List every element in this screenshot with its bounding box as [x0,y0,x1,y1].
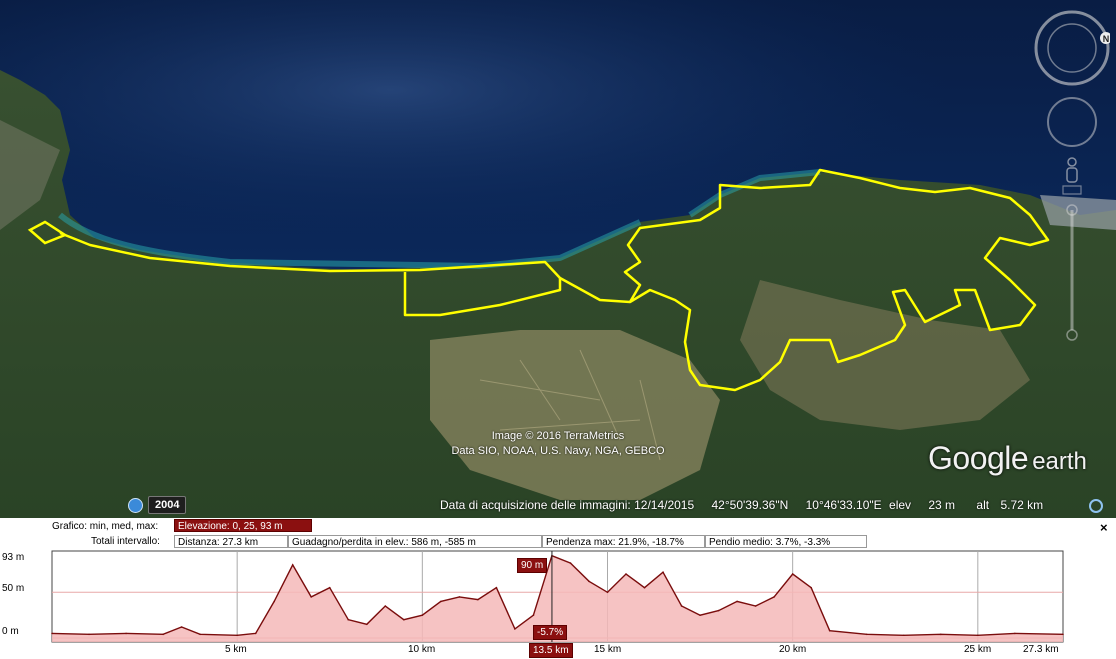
x-tick-label: 15 km [594,644,622,655]
x-tick-label: 10 km [408,644,436,655]
elevation-point [865,633,868,636]
elevation-point [569,562,572,564]
elevation-point [273,600,275,603]
x-tick-label: 20 km [779,644,807,655]
longitude-readout: 10°46'33.10"E [805,498,882,512]
elevation-point [606,591,609,594]
elevation-point [717,609,720,612]
elevation-point [421,614,424,616]
elevation-point [254,632,257,635]
alt-readout: 5.72 km [1000,498,1044,512]
pegman-icon[interactable] [1062,157,1082,195]
zoom-slider-icon[interactable] [1066,204,1078,341]
elevation-point [440,600,442,603]
cursor-distance-tag[interactable]: 13.5 km [529,643,573,658]
elevation-point [699,614,701,616]
elevation-point [625,573,627,575]
acquisition-date: Data di acquisizione delle immagini: 12/… [440,498,695,512]
elevation-point [495,586,498,589]
elevation-point [384,605,387,607]
x-tick-label: 5 km [225,644,247,655]
svg-text:N: N [1103,34,1110,44]
elevation-point [403,618,405,621]
status-bar: Data di acquisizione delle immagini: 12/… [440,498,1049,512]
elevation-point [902,634,905,637]
x-tick-label: 27.3 km [1023,644,1059,655]
elevation-point [791,573,794,575]
look-joystick-icon[interactable] [1047,97,1097,147]
elevation-point [365,623,368,626]
elevation-point [977,634,979,637]
alt-label: alt [976,498,990,512]
elevation-point [51,632,53,635]
elevation-point [939,633,942,636]
satellite-map[interactable]: Image © 2016 TerraMetrics Data SIO, NOAA… [0,0,1116,518]
cursor-slope-tag: -5.7% [533,625,568,640]
elevation-point [588,580,590,583]
historical-imagery-control[interactable]: 2004 [128,496,187,514]
elevation-point [328,586,331,589]
elevation-point [310,596,313,598]
streaming-icon [1089,499,1103,513]
google-earth-logo: Google earth [928,440,1087,476]
elevation-point [347,618,350,621]
elevation-point [477,598,479,601]
elevation-point [810,586,812,589]
elevation-point [125,632,127,635]
navigation-controls[interactable]: N [1030,10,1110,350]
compass-ring-icon[interactable]: N [1034,10,1110,86]
elevation-point [828,629,831,632]
elevation-point [773,596,775,598]
elevation-point [532,614,535,616]
elev-label: elev [889,498,912,512]
elev-readout: 23 m [928,498,956,512]
elevation-point [736,600,738,603]
elevation-point [662,571,664,573]
elevation-point [643,586,646,589]
elevation-point [88,633,90,636]
elevation-profile-panel: Grafico: min, med, max: Elevazione: 0, 2… [0,518,1116,659]
elevation-point [199,633,201,636]
elevation-point [291,564,294,566]
clock-icon[interactable] [128,497,143,513]
elevation-point [1014,632,1016,635]
cursor-elevation-tag: 90 m [517,558,548,573]
elevation-point [754,605,757,607]
elevation-point [458,596,461,598]
latitude-readout: 42°50'39.36"N [711,498,789,512]
historical-year-badge[interactable]: 2004 [148,496,187,514]
elevation-point [680,605,683,607]
elevation-point [180,626,183,628]
elevation-point [162,633,164,636]
elevation-point [236,634,238,637]
elevation-point [1062,633,1064,636]
elevation-point [514,628,516,630]
x-tick-label: 25 km [964,644,992,655]
